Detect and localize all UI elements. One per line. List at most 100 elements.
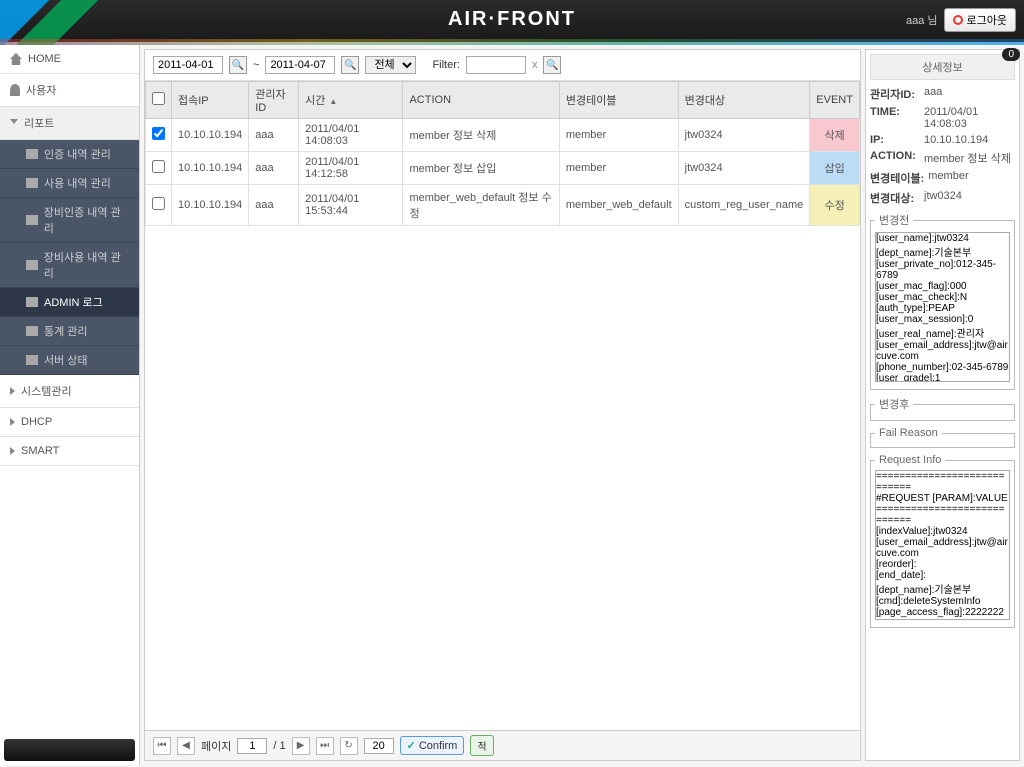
sub-admin-log[interactable]: ADMIN 로그 [0, 288, 139, 317]
sidebar: HOME 사용자 리포트 인증 내역 관리 사용 내역 관리 장비인증 내역 관… [0, 45, 140, 765]
table-row[interactable]: 10.10.10.194aaa2011/04/01 14:08:03 member… [146, 119, 860, 152]
filter-input[interactable] [466, 56, 526, 74]
sub-server-status[interactable]: 서버 상태 [0, 346, 139, 375]
date-from-picker[interactable]: 🔍 [229, 56, 247, 74]
detail-time-label: TIME: [870, 106, 920, 130]
before-legend: 변경전 [875, 212, 913, 228]
cell-ip: 10.10.10.194 [172, 119, 249, 152]
detail-table-value: member [928, 170, 968, 186]
nav-dhcp[interactable]: DHCP [0, 408, 139, 437]
col-admin[interactable]: 관리자ID [249, 82, 299, 119]
date-from-input[interactable] [153, 56, 223, 74]
cell-time: 2011/04/01 14:12:58 [299, 152, 403, 185]
nav-user-label: 사용자 [26, 82, 56, 98]
col-time[interactable]: 시간 [299, 82, 403, 119]
pager-prev[interactable]: ◀ [177, 737, 195, 755]
cell-time: 2011/04/01 14:08:03 [299, 119, 403, 152]
date-to-picker[interactable]: 🔍 [341, 56, 359, 74]
before-fieldset: 변경전 [870, 212, 1015, 390]
row-checkbox[interactable] [152, 160, 165, 173]
content-panel: 🔍 ~ 🔍 전체 Filter: x 🔍 접속IP 관리자ID 시간 ACTIO… [144, 49, 861, 761]
pager-refresh[interactable]: ↻ [340, 737, 358, 755]
detail-title: 상세정보 [870, 54, 1015, 80]
power-icon [953, 15, 963, 25]
cell-event: 수정 [810, 185, 860, 226]
detail-target-label: 변경대상: [870, 190, 920, 206]
col-ip[interactable]: 접속IP [172, 82, 249, 119]
cell-admin: aaa [249, 119, 299, 152]
cell-table: member [559, 152, 678, 185]
detail-ip-value: 10.10.10.194 [924, 134, 988, 146]
nav-system[interactable]: 시스템관리 [0, 375, 139, 408]
cell-action: member_web_default 정보 수정 [403, 185, 559, 226]
cell-table: member_web_default [559, 185, 678, 226]
cell-target: jtw0324 [678, 119, 810, 152]
cell-ip: 10.10.10.194 [172, 185, 249, 226]
detail-action-value: member 정보 삭제 [924, 150, 1011, 166]
nav-smart[interactable]: SMART [0, 437, 139, 466]
pager-label: 페이지 [201, 738, 231, 754]
export-excel-button[interactable]: 적 [470, 735, 493, 756]
row-checkbox[interactable] [152, 197, 165, 210]
filter-search-button[interactable]: 🔍 [543, 56, 561, 74]
sub-device-usage[interactable]: 장비사용 내역 관리 [0, 243, 139, 288]
detail-panel: 상세정보 관리자ID:aaa TIME:2011/04/01 14:08:03 … [865, 49, 1020, 761]
table-row[interactable]: 10.10.10.194aaa2011/04/01 15:53:44member… [146, 185, 860, 226]
sub-stats[interactable]: 통계 관리 [0, 317, 139, 346]
nav-system-label: 시스템관리 [21, 383, 72, 399]
nav-user[interactable]: 사용자 [0, 74, 139, 107]
cell-target: jtw0324 [678, 152, 810, 185]
date-to-input[interactable] [265, 56, 335, 74]
after-fieldset: 변경후 [870, 396, 1015, 421]
col-event[interactable]: EVENT [810, 82, 860, 119]
pager-next[interactable]: ▶ [292, 737, 310, 755]
sub-device-auth[interactable]: 장비인증 내역 관리 [0, 198, 139, 243]
chevron-down-icon [10, 119, 18, 128]
logout-button[interactable]: 로그아웃 [944, 8, 1016, 32]
pager-last[interactable]: ⏭ [316, 737, 334, 755]
request-textarea[interactable] [875, 470, 1010, 620]
detail-time-value: 2011/04/01 14:08:03 [924, 106, 1015, 130]
date-range-tilde: ~ [253, 59, 259, 71]
nav-dhcp-label: DHCP [21, 416, 52, 428]
after-legend: 변경후 [875, 396, 913, 412]
doc-icon [26, 149, 38, 159]
filter-label: Filter: [432, 59, 460, 71]
chart-icon [26, 326, 38, 336]
pager-current-input[interactable] [237, 738, 267, 754]
app-logo: AIR·FRONT [448, 8, 576, 31]
fail-fieldset: Fail Reason [870, 427, 1015, 448]
detail-target-value: jtw0324 [924, 190, 962, 206]
doc-icon [26, 297, 38, 307]
pager-confirm-button[interactable]: Confirm [400, 736, 465, 755]
select-all-checkbox[interactable] [152, 92, 165, 105]
col-action[interactable]: ACTION [403, 82, 559, 119]
home-icon [10, 53, 22, 65]
col-target[interactable]: 변경대상 [678, 82, 810, 119]
chevron-right-icon [10, 447, 15, 455]
cell-event: 삭제 [810, 119, 860, 152]
scope-select[interactable]: 전체 [365, 56, 416, 74]
col-table[interactable]: 변경테이블 [559, 82, 678, 119]
nav-report-label: 리포트 [24, 115, 54, 131]
filter-clear[interactable]: x [532, 59, 538, 71]
nav-home[interactable]: HOME [0, 45, 139, 74]
cell-action: member 정보 삽입 [403, 152, 559, 185]
chevron-right-icon [10, 387, 15, 395]
nav-report[interactable]: 리포트 [0, 107, 139, 140]
detail-table-label: 변경테이블: [870, 170, 924, 186]
pager-size-input[interactable] [364, 738, 394, 754]
sub-auth-log[interactable]: 인증 내역 관리 [0, 140, 139, 169]
before-textarea[interactable] [875, 232, 1010, 382]
cell-table: member [559, 119, 678, 152]
notification-counter[interactable]: 0 [1002, 48, 1020, 61]
table-row[interactable]: 10.10.10.194aaa2011/04/01 14:12:58member… [146, 152, 860, 185]
pager-first[interactable]: ⏮ [153, 737, 171, 755]
row-checkbox[interactable] [152, 127, 165, 140]
log-grid: 접속IP 관리자ID 시간 ACTION 변경테이블 변경대상 EVENT 10… [145, 81, 860, 730]
sub-usage-log[interactable]: 사용 내역 관리 [0, 169, 139, 198]
pager: ⏮ ◀ 페이지 / 1 ▶ ⏭ ↻ Confirm 적 [145, 730, 860, 760]
doc-icon [26, 215, 38, 225]
color-strip [0, 39, 1024, 45]
cell-admin: aaa [249, 185, 299, 226]
